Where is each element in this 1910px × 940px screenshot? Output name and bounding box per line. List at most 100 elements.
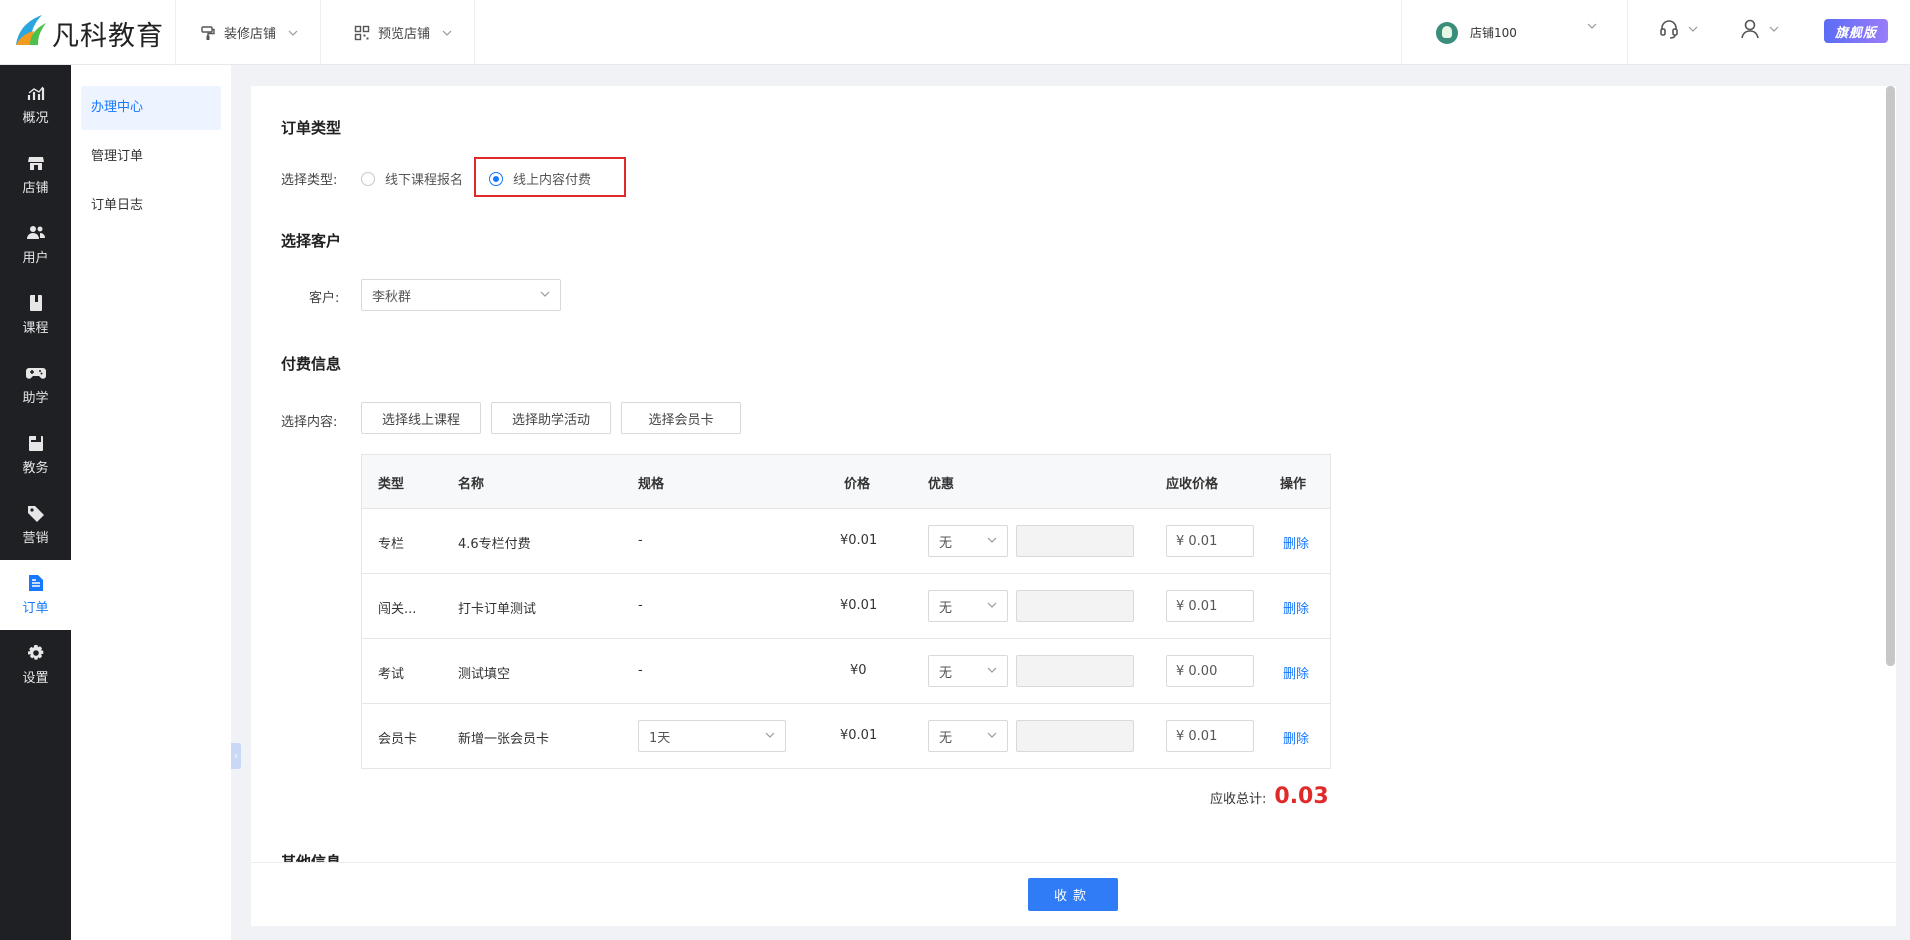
store-icon <box>27 157 44 170</box>
gear-icon <box>27 645 43 660</box>
sidebar-item-label: 用户 <box>22 251 49 266</box>
support-menu[interactable] <box>1658 18 1698 40</box>
column-header-discount: 优惠 <box>928 477 955 492</box>
cell-name: 打卡订单测试 <box>458 602 537 617</box>
spec-select[interactable]: 1天 <box>638 720 786 752</box>
table-row: 会员卡 新增一张会员卡 1天 ¥0.01 无 ¥ 0.01 删除 <box>362 704 1330 769</box>
sidebar: 概况 店铺 用户 课程 助学 教务 营销 订单 设置 <box>0 65 71 940</box>
cell-name: 测试填空 <box>458 667 511 682</box>
delete-link[interactable]: 删除 <box>1283 533 1309 552</box>
column-header-action: 操作 <box>1280 477 1307 492</box>
qrcode-icon <box>354 25 370 40</box>
sidebar-item-study-aid[interactable]: 助学 <box>0 350 71 420</box>
discount-value: 无 <box>939 535 953 551</box>
chevron-down-icon <box>987 537 997 543</box>
chevron-down-icon <box>1769 26 1779 32</box>
chevron-down-icon <box>442 30 452 36</box>
collapse-sidebar-button[interactable]: ‹ <box>231 743 241 769</box>
discount-amount-input[interactable] <box>1016 590 1134 622</box>
chevron-down-icon <box>765 732 775 738</box>
discount-value: 无 <box>939 665 953 681</box>
discount-amount-input[interactable] <box>1016 720 1134 752</box>
calendar-icon <box>28 436 43 451</box>
vip-badge[interactable]: 旗舰版 <box>1824 19 1888 43</box>
store-avatar <box>1436 21 1458 44</box>
customer-value: 李秋群 <box>372 289 412 305</box>
preview-store-label: 预览店铺 <box>378 27 431 42</box>
subnav-item-handling-center[interactable]: 办理中心 <box>81 86 221 130</box>
highlight-annotation <box>474 157 626 197</box>
subnav-item-manage-orders[interactable]: 管理订单 <box>81 135 221 179</box>
preview-store-menu[interactable]: 预览店铺 <box>330 0 476 65</box>
sidebar-item-settings[interactable]: 设置 <box>0 630 71 700</box>
chevron-down-icon <box>288 30 298 36</box>
cell-price: ¥0.01 <box>840 533 878 548</box>
top-bar: 凡科教育 装修店铺 预览店铺 店铺100 旗舰版 <box>0 0 1910 65</box>
total-amount: 0.03 <box>1274 784 1329 809</box>
select-online-course-button[interactable]: 选择线上课程 <box>361 402 481 434</box>
table-header: 类型 名称 规格 价格 优惠 应收价格 操作 <box>362 455 1330 509</box>
sidebar-item-users[interactable]: 用户 <box>0 210 71 280</box>
column-header-name: 名称 <box>458 477 485 492</box>
sidebar-item-academic[interactable]: 教务 <box>0 420 71 490</box>
radio-offline-course[interactable]: 线下课程报名 <box>361 169 463 188</box>
discount-select[interactable]: 无 <box>928 720 1008 752</box>
discount-select[interactable]: 无 <box>928 590 1008 622</box>
receivable-price-input[interactable]: ¥ 0.01 <box>1166 590 1254 622</box>
store-selector[interactable]: 店铺100 <box>1401 0 1628 65</box>
sidebar-item-overview[interactable]: 概况 <box>0 70 71 140</box>
select-study-activity-button[interactable]: 选择助学活动 <box>491 402 611 434</box>
discount-amount-input[interactable] <box>1016 525 1134 557</box>
gamepad-icon <box>25 368 46 379</box>
decorate-store-menu[interactable]: 装修店铺 <box>176 0 322 65</box>
order-type-title: 订单类型 <box>281 119 342 137</box>
delete-link[interactable]: 删除 <box>1283 728 1309 747</box>
receivable-price-input[interactable]: ¥ 0.01 <box>1166 525 1254 557</box>
sidebar-item-courses[interactable]: 课程 <box>0 280 71 350</box>
content-label: 选择内容: <box>281 415 338 430</box>
sidebar-item-marketing[interactable]: 营销 <box>0 490 71 560</box>
table-row: 考试 测试填空 - ¥0 无 ¥ 0.00 删除 <box>362 639 1330 704</box>
collect-payment-button[interactable]: 收款 <box>1028 878 1118 911</box>
sidebar-item-label: 助学 <box>22 391 49 406</box>
radio-label: 线下课程报名 <box>385 173 464 188</box>
user-icon <box>1741 19 1759 39</box>
cell-spec: - <box>638 663 643 678</box>
discount-value: 无 <box>939 730 953 746</box>
document-icon <box>28 575 43 591</box>
select-member-card-button[interactable]: 选择会员卡 <box>621 402 741 434</box>
discount-select[interactable]: 无 <box>928 525 1008 557</box>
discount-amount-input[interactable] <box>1016 655 1134 687</box>
sidebar-item-orders[interactable]: 订单 <box>0 560 71 630</box>
receivable-price-input[interactable]: ¥ 0.00 <box>1166 655 1254 687</box>
subnav-item-order-log[interactable]: 订单日志 <box>81 184 221 228</box>
other-info-title: 其他信息 <box>281 853 342 862</box>
discount-select[interactable]: 无 <box>928 655 1008 687</box>
logo[interactable]: 凡科教育 <box>0 0 176 65</box>
account-menu[interactable] <box>1739 18 1779 40</box>
items-table: 类型 名称 规格 价格 优惠 应收价格 操作 专栏 4.6专栏付费 - ¥0.0… <box>361 454 1331 769</box>
book-icon <box>29 295 42 311</box>
receivable-price-input[interactable]: ¥ 0.01 <box>1166 720 1254 752</box>
customer-label: 客户: <box>309 291 340 306</box>
payment-title: 付费信息 <box>281 355 342 373</box>
chevron-down-icon <box>987 667 997 673</box>
logo-mark-icon <box>16 15 46 45</box>
sidebar-item-label: 课程 <box>22 321 49 336</box>
delete-link[interactable]: 删除 <box>1283 663 1309 682</box>
cell-type: 闯关... <box>378 602 417 617</box>
total-label: 应收总计: <box>1210 792 1267 807</box>
sidebar-item-label: 订单 <box>22 601 49 616</box>
store-name: 店铺100 <box>1470 26 1517 40</box>
sub-navigation: 办理中心 管理订单 订单日志 <box>71 65 231 940</box>
scrollbar[interactable] <box>1886 86 1895 666</box>
cell-price: ¥0 <box>850 663 867 678</box>
sidebar-item-label: 营销 <box>22 531 49 546</box>
sidebar-item-store[interactable]: 店铺 <box>0 140 71 210</box>
cell-name: 新增一张会员卡 <box>458 732 550 747</box>
delete-link[interactable]: 删除 <box>1283 598 1309 617</box>
customer-title: 选择客户 <box>281 232 342 250</box>
table-row: 闯关... 打卡订单测试 - ¥0.01 无 ¥ 0.01 删除 <box>362 574 1330 639</box>
cell-spec: - <box>638 598 643 613</box>
customer-select[interactable]: 李秋群 <box>361 279 561 311</box>
